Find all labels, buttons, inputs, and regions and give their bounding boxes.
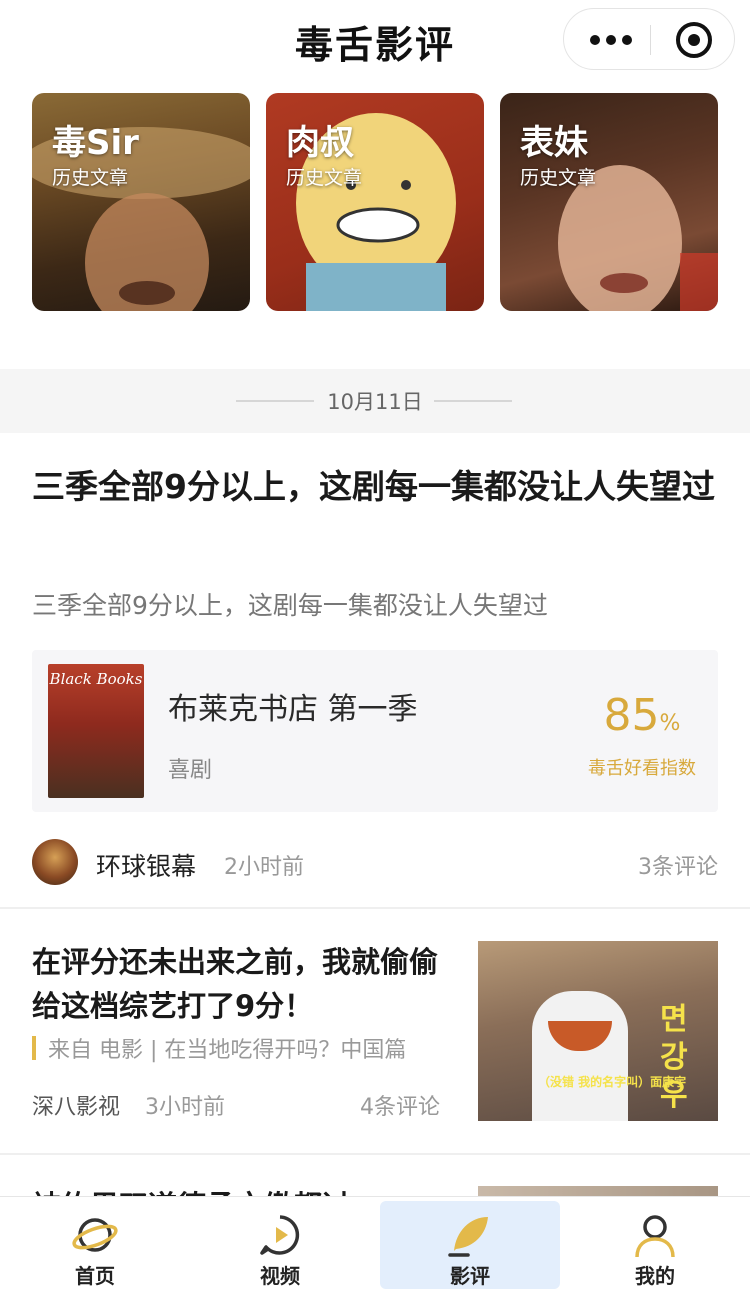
article-time: 3小时前: [145, 1095, 225, 1120]
leaf-icon: [448, 1217, 488, 1257]
article-meta: 环球银幕 2小时前 3条评论: [32, 836, 718, 886]
nav-bar: 毒舌影评: [0, 0, 750, 80]
article-thumbnail[interactable]: （没错 我的名字叫）面康宇 면강우: [478, 941, 718, 1121]
article-title[interactable]: 在评分还未出来之前，我就偷偷给这档综艺打了9分！: [32, 940, 452, 1028]
score-value: 85%: [572, 690, 712, 741]
tab-label: 影评: [450, 1264, 490, 1288]
author-name: 表妹: [520, 123, 588, 163]
article-source[interactable]: 深八影视: [32, 1089, 120, 1121]
thumbnail-overlay-text: 면강우: [660, 1002, 688, 1113]
article-summary: 三季全部9分以上，这剧每一集都没让人失望过: [32, 591, 548, 620]
movie-card[interactable]: Black Books 布莱克书店 第一季 喜剧 85% 毒舌好看指数: [32, 650, 718, 812]
movie-title: 布莱克书店 第一季: [168, 692, 418, 727]
author-subtitle: 历史文章: [520, 167, 597, 189]
play-icon: [260, 1215, 300, 1255]
divider: [0, 907, 750, 909]
capsule-divider: [650, 25, 651, 55]
author-name: 肉叔: [286, 123, 354, 163]
date-divider: 10月11日: [0, 369, 750, 433]
tab-mine[interactable]: 我的: [565, 1201, 745, 1289]
poster-title: Black Books: [49, 670, 143, 688]
movie-poster: Black Books: [48, 664, 144, 798]
article-time: 2小时前: [224, 855, 304, 880]
tab-home[interactable]: 首页: [5, 1201, 185, 1289]
user-icon: [635, 1215, 675, 1258]
planet-icon: [72, 1218, 118, 1252]
movie-genre: 喜剧: [168, 758, 213, 783]
tab-label: 视频: [260, 1264, 300, 1288]
author-card-biaomei[interactable]: 表妹 历史文章: [500, 93, 718, 311]
article-from[interactable]: 来自 电影 | 在当地吃得开吗？中国篇: [32, 1032, 406, 1063]
capsule-menu: [563, 8, 735, 70]
author-subtitle: 历史文章: [286, 167, 363, 189]
author-card-roushu[interactable]: 肉叔 历史文章: [266, 93, 484, 311]
tab-video[interactable]: 视频: [190, 1201, 370, 1289]
thumbnail-figure: [532, 991, 628, 1121]
author-subtitle: 历史文章: [52, 167, 129, 189]
score-unit: %: [659, 711, 681, 736]
score-label: 毒舌好看指数: [588, 758, 696, 779]
divider: [0, 1153, 750, 1155]
divider-line-right: [434, 400, 512, 402]
article-title[interactable]: 三季全部9分以上，这剧每一集都没让人失望过: [32, 459, 722, 515]
close-miniprogram-icon[interactable]: [676, 22, 712, 58]
tab-label: 我的: [635, 1264, 675, 1288]
article-source[interactable]: 环球银幕: [96, 847, 196, 883]
tab-bar: 首页 视频 影评 我的: [0, 1196, 750, 1293]
more-icon[interactable]: [590, 31, 650, 49]
avatar[interactable]: [32, 839, 78, 885]
tab-label: 首页: [75, 1264, 115, 1288]
author-name: 毒Sir: [52, 123, 139, 163]
tab-reviews[interactable]: 影评: [380, 1201, 560, 1289]
author-card-dusir[interactable]: 毒Sir 历史文章: [32, 93, 250, 311]
score-number: 85: [603, 690, 660, 741]
feed-date: 10月11日: [327, 390, 423, 414]
comment-count[interactable]: 3条评论: [638, 849, 718, 881]
comment-count[interactable]: 4条评论: [360, 1089, 440, 1121]
